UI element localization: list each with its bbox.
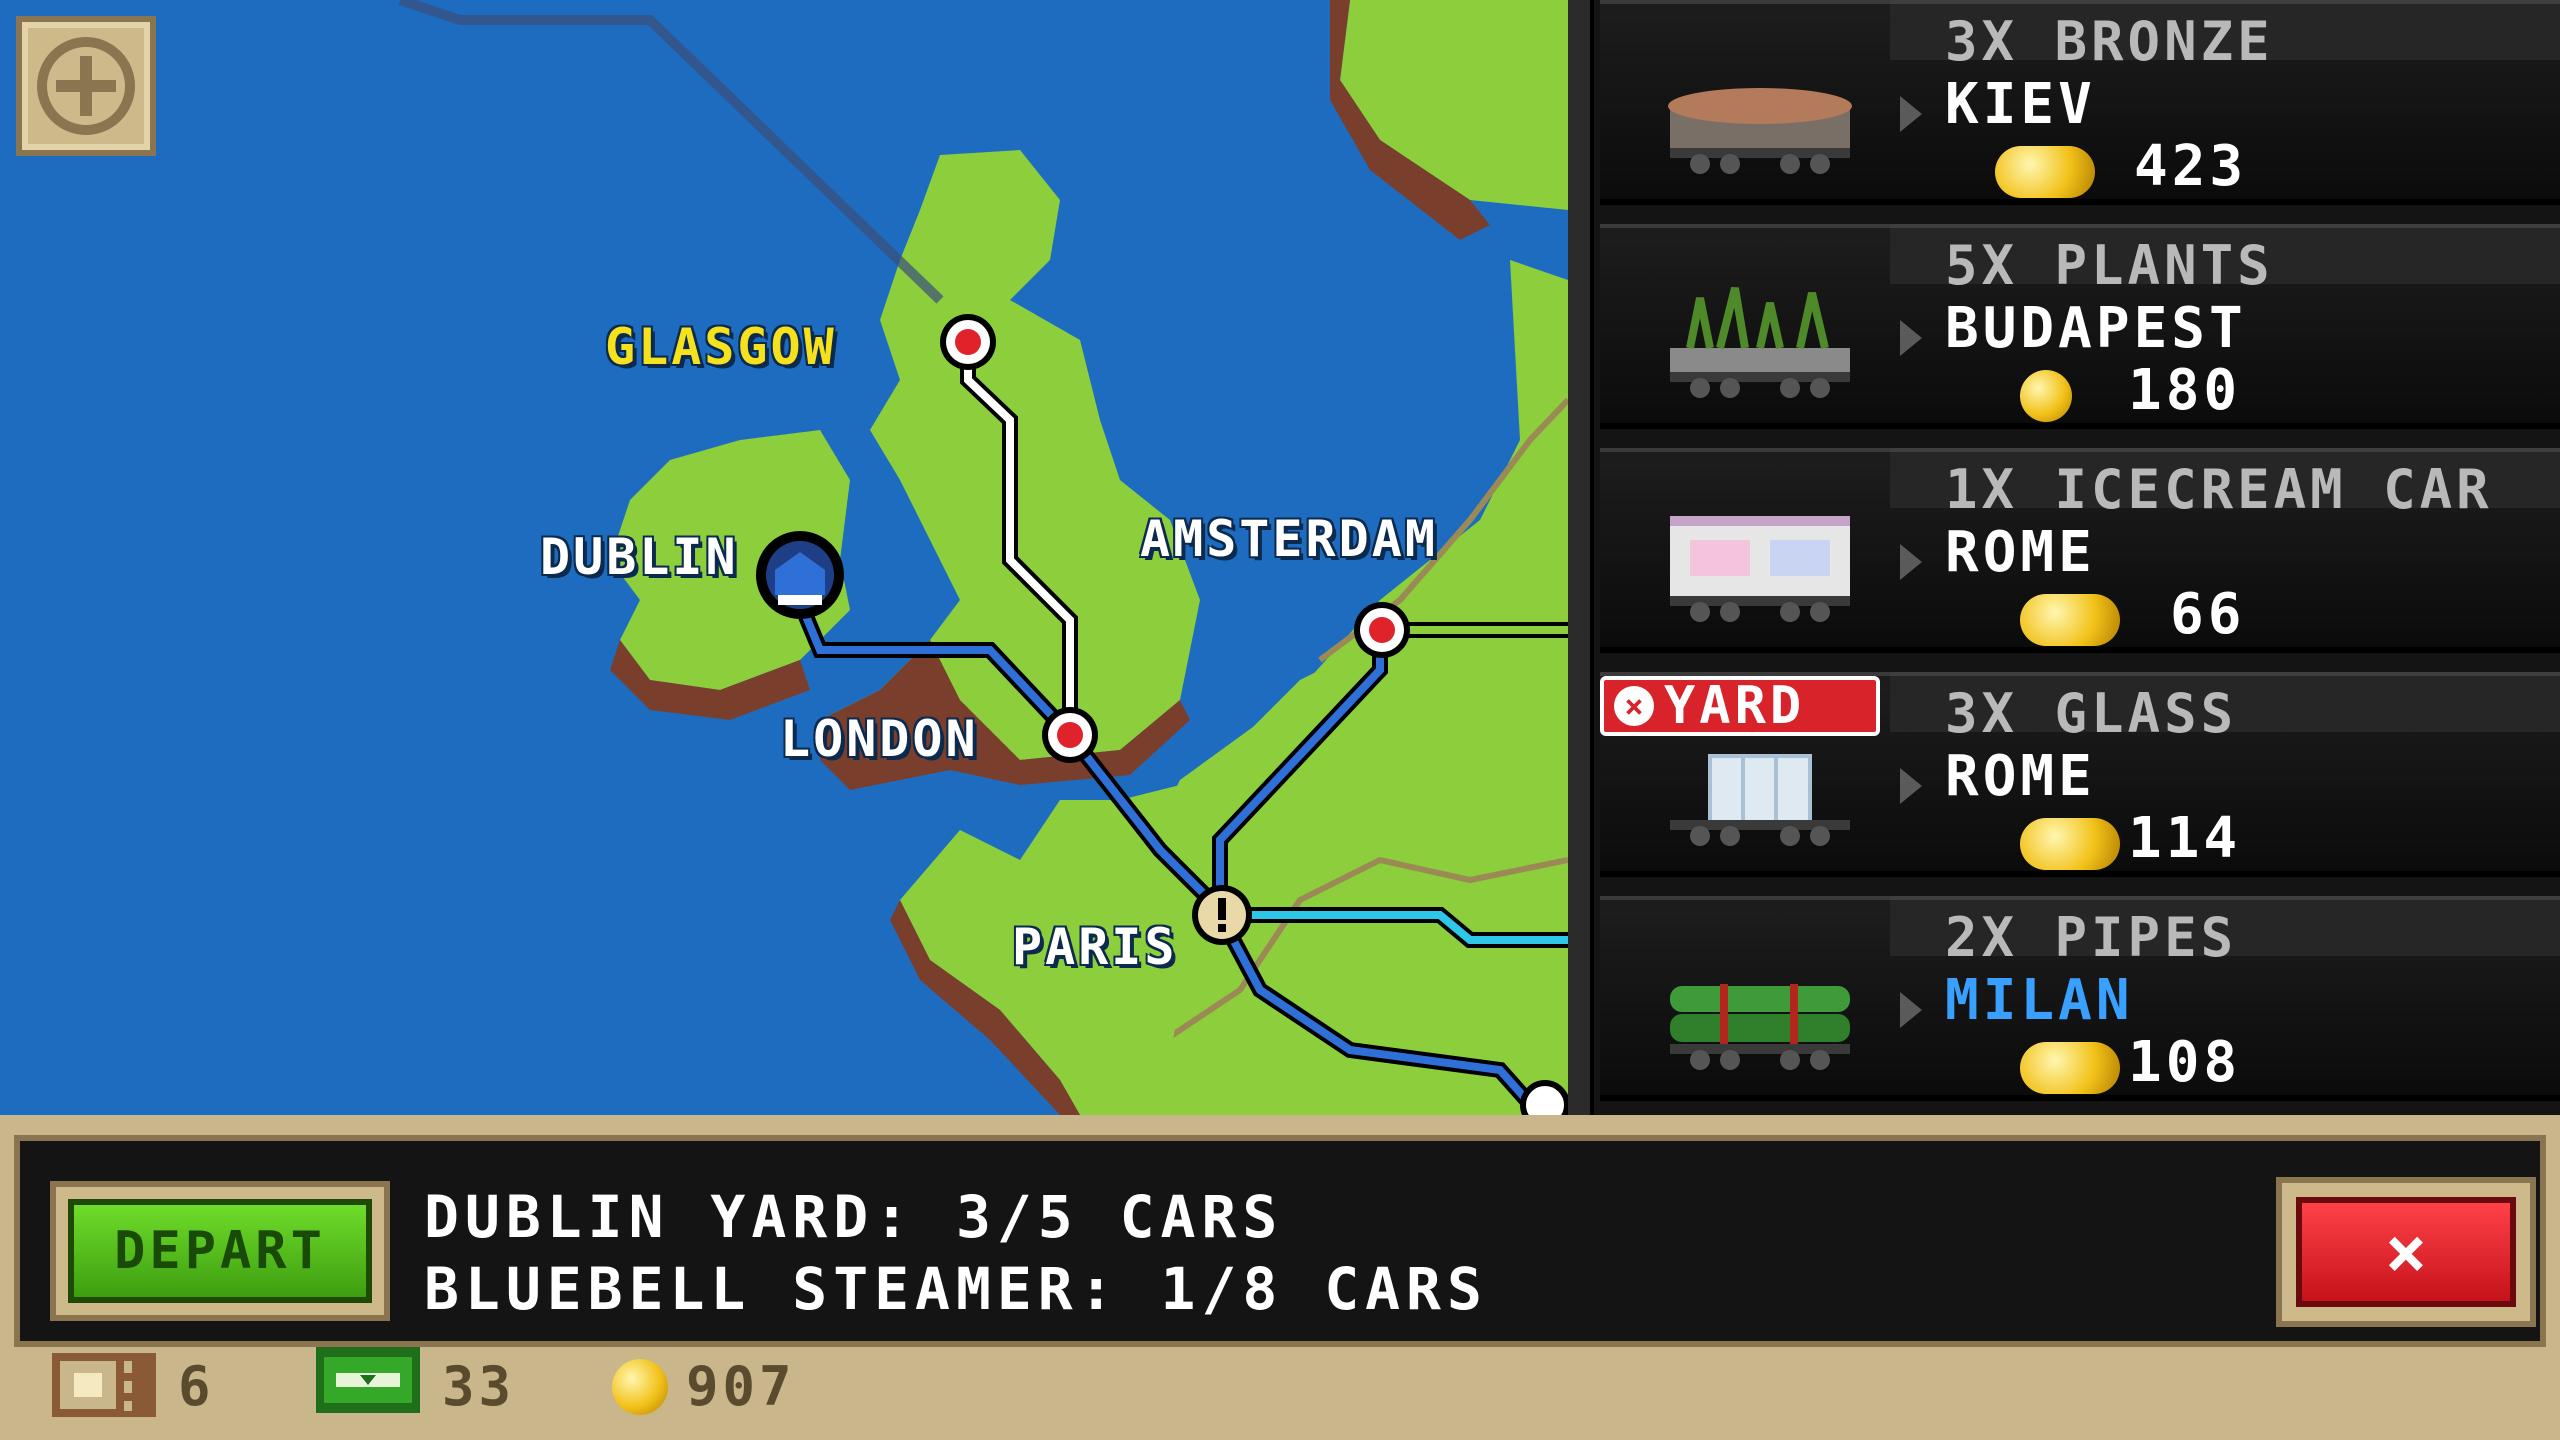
order-card[interactable]: 5X PLANTS BUDAPEST 180 <box>1600 224 2560 429</box>
cash-count: 33 <box>442 1355 516 1418</box>
arrow-right-icon <box>1900 992 1922 1028</box>
glass-car-icon <box>1670 754 1850 846</box>
arrow-right-icon <box>1900 96 1922 132</box>
coin-stack-icon <box>2020 1042 2120 1094</box>
city-label-dublin: DUBLIN <box>540 528 739 586</box>
order-card[interactable]: 1X ICECREAM CAR ROME 66 <box>1600 448 2560 653</box>
coin-icon <box>2020 370 2072 422</box>
order-reward: 108 <box>2128 1030 2242 1095</box>
order-card[interactable]: 3X GLASS × YARD ROME 114 <box>1600 672 2560 877</box>
city-label-london: LONDON <box>780 710 979 768</box>
order-cargo: 5X PLANTS <box>1945 234 2274 297</box>
coin-stack-icon <box>2020 818 2120 870</box>
city-label-paris: PARIS <box>1012 918 1178 976</box>
order-reward: 180 <box>2128 358 2242 423</box>
depart-button[interactable]: DEPART <box>50 1181 390 1321</box>
station-london[interactable] <box>1042 707 1098 763</box>
station-dublin-yard[interactable] <box>756 531 844 619</box>
zoom-in-button[interactable] <box>16 16 156 156</box>
order-cargo: 3X BRONZE <box>1945 10 2274 73</box>
order-destination: KIEV <box>1945 72 2096 137</box>
coin-stack-icon <box>1995 146 2095 198</box>
train-info-panel: DEPART DUBLIN YARD: 3/5 CARS BLUEBELL ST… <box>14 1135 2546 1347</box>
order-card[interactable]: 3X BRONZE KIEV 423 <box>1600 0 2560 205</box>
close-icon: × <box>2296 1197 2516 1307</box>
plant-car-icon <box>1670 287 1850 398</box>
tickets-count: 6 <box>178 1355 215 1418</box>
city-label-glasgow: GLASGOW <box>605 318 837 376</box>
pipe-car-icon <box>1670 984 1850 1070</box>
order-cargo: 1X ICECREAM CAR <box>1945 458 2493 521</box>
station-amsterdam[interactable] <box>1354 602 1410 658</box>
coins-count: 907 <box>686 1355 796 1418</box>
order-cargo: 2X PIPES <box>1945 906 2238 969</box>
plus-icon <box>37 37 135 135</box>
train-status: BLUEBELL STEAMER: 1/8 CARS <box>424 1255 1488 1323</box>
city-label-amsterdam: AMSTERDAM <box>1140 510 1438 568</box>
orders-panel[interactable]: 3X BRONZE KIEV 423 5X PLANTS BUDAPEST 18… <box>1568 0 2560 1115</box>
order-cargo: 3X GLASS <box>1945 682 2238 745</box>
order-reward: 66 <box>2170 582 2246 647</box>
map-view[interactable]: GLASGOW DUBLIN AMSTERDAM LONDON PARIS <box>0 0 1568 1115</box>
bottom-bar: DEPART DUBLIN YARD: 3/5 CARS BLUEBELL ST… <box>0 1115 2560 1440</box>
order-reward: 114 <box>2128 806 2242 871</box>
arrow-right-icon <box>1900 544 1922 580</box>
coin-icon <box>612 1359 668 1415</box>
icecream-car-icon <box>1670 516 1850 622</box>
order-destination: MILAN <box>1945 968 2134 1033</box>
yard-status: DUBLIN YARD: 3/5 CARS <box>424 1183 1284 1251</box>
panel-divider <box>1568 0 1594 1115</box>
order-destination: BUDAPEST <box>1945 296 2247 361</box>
station-paris[interactable] <box>1192 885 1252 945</box>
ticket-icon <box>52 1353 156 1417</box>
close-button[interactable]: × <box>2276 1177 2536 1327</box>
ore-car-icon <box>1668 88 1852 174</box>
station-offscreen[interactable] <box>1520 1080 1568 1115</box>
coin-stack-icon <box>2020 594 2120 646</box>
cash-icon <box>316 1347 420 1413</box>
order-destination: ROME <box>1945 744 2096 809</box>
station-glasgow[interactable] <box>940 314 996 370</box>
order-reward: 423 <box>2134 134 2248 199</box>
arrow-right-icon <box>1900 320 1922 356</box>
order-destination: ROME <box>1945 520 2096 585</box>
arrow-right-icon <box>1900 768 1922 804</box>
order-card[interactable]: 2X PIPES MILAN 108 <box>1600 896 2560 1101</box>
